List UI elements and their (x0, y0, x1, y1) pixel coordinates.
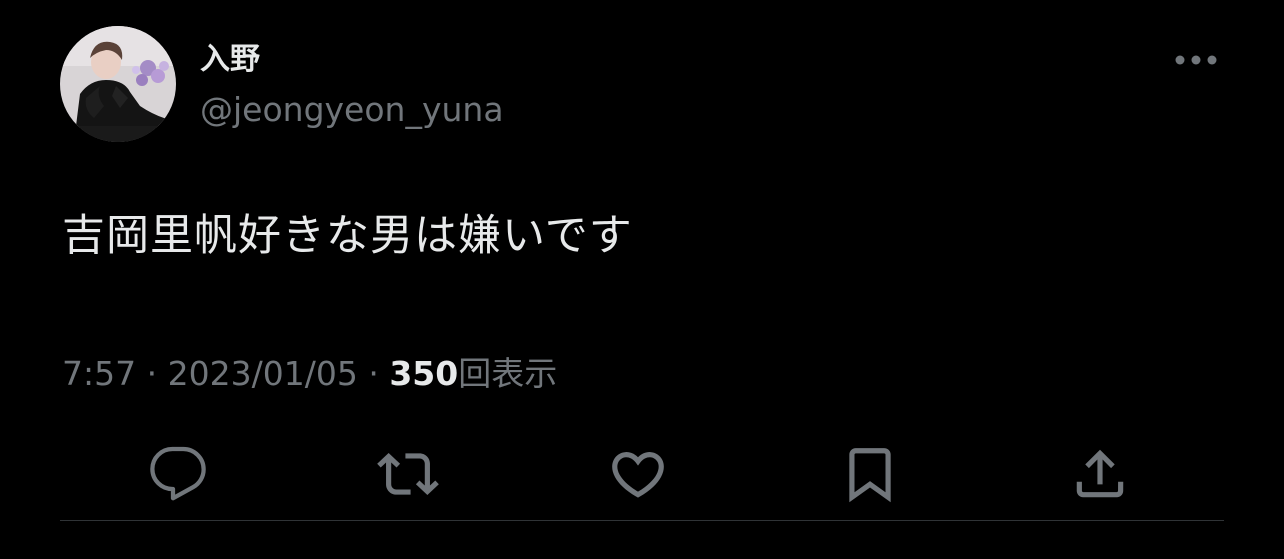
meta-separator: · (146, 354, 158, 393)
share-button[interactable] (1068, 442, 1132, 506)
user-handle[interactable]: @jeongyeon_yuna (200, 88, 504, 132)
tweet-meta: 7:57 · 2023/01/05 · 350回表示 (62, 352, 557, 396)
divider (60, 520, 1224, 521)
bookmark-icon (849, 448, 891, 503)
display-name[interactable]: 入野 (200, 40, 260, 80)
tweet-time[interactable]: 7:57 (62, 354, 136, 393)
more-dots-icon (1175, 55, 1217, 65)
heart-icon (612, 452, 664, 498)
more-button[interactable] (1168, 44, 1224, 76)
retweet-button[interactable] (376, 442, 440, 506)
reply-button[interactable] (146, 442, 210, 506)
avatar[interactable] (60, 26, 176, 142)
meta-separator: · (368, 354, 379, 393)
retweet-arrows-icon (377, 453, 439, 495)
action-bar (0, 438, 1284, 508)
views-label: 回表示 (458, 354, 558, 393)
tweet-date[interactable]: 2023/01/05 (168, 354, 358, 393)
speech-bubble-icon (150, 446, 206, 501)
tweet-text: 吉岡里帆好きな男は嫌いです (62, 211, 633, 261)
like-button[interactable] (606, 442, 670, 506)
share-upload-icon (1076, 449, 1124, 498)
profile-photo (60, 26, 176, 142)
bookmark-button[interactable] (838, 442, 902, 506)
views-count: 350 (389, 354, 459, 393)
